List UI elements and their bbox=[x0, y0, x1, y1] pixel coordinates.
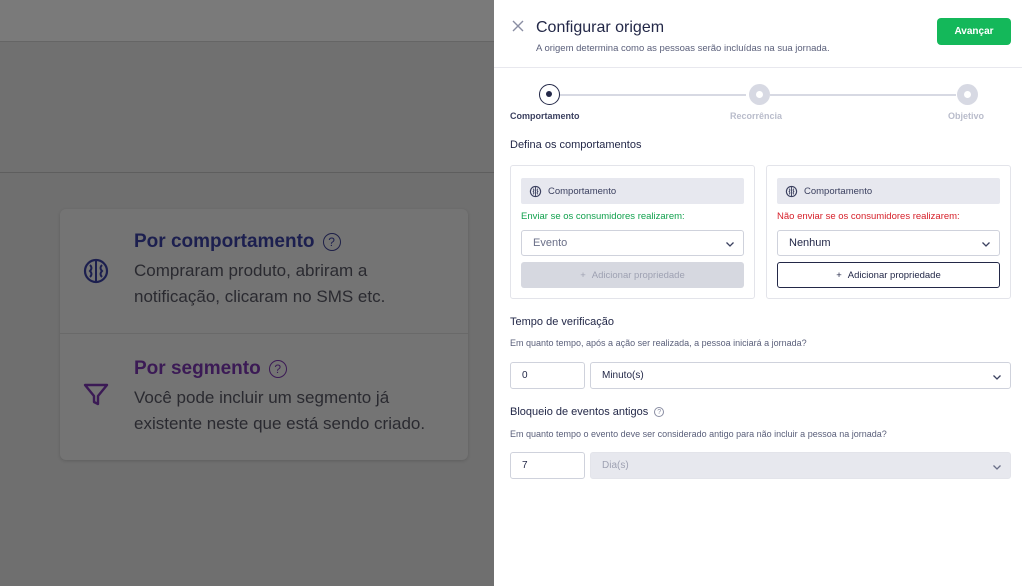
option-description: Você pode incluir um segmento já existen… bbox=[134, 388, 426, 433]
old-events-title: Bloqueio de eventos antigos? bbox=[510, 406, 665, 418]
step-indicator-recurrence[interactable] bbox=[749, 84, 770, 105]
step-indicator-behavior[interactable] bbox=[539, 84, 560, 105]
option-by-behavior[interactable]: Por comportamento ? Compraram produto, a… bbox=[60, 209, 468, 334]
drawer-header: Configurar origem A origem determina com… bbox=[494, 0, 1022, 68]
stepper-connector bbox=[770, 94, 956, 96]
filter-icon bbox=[83, 383, 109, 406]
chevron-down-icon bbox=[993, 465, 1001, 470]
option-title: Por segmento ? bbox=[134, 358, 287, 380]
close-icon[interactable] bbox=[510, 18, 526, 34]
plus-icon: + bbox=[836, 269, 842, 281]
stepper-connector bbox=[560, 94, 746, 96]
option-by-segment[interactable]: Por segmento ? Você pode incluir um segm… bbox=[60, 334, 468, 459]
advance-button[interactable]: Avançar bbox=[937, 18, 1011, 45]
chevron-down-icon bbox=[726, 242, 734, 247]
add-property-button[interactable]: + Adicionar propriedade bbox=[521, 262, 744, 288]
drawer-subtitle: A origem determina como as pessoas serão… bbox=[536, 43, 830, 54]
background-band bbox=[0, 42, 494, 173]
step-label-behavior: Comportamento bbox=[510, 111, 580, 121]
brain-icon bbox=[83, 258, 109, 284]
verification-unit-select[interactable]: Minuto(s) bbox=[590, 362, 1011, 389]
step-indicator-goal[interactable] bbox=[957, 84, 978, 105]
brain-icon bbox=[785, 185, 798, 197]
drawer-title: Configurar origem bbox=[536, 19, 665, 36]
old-events-unit-select[interactable]: Dia(s) bbox=[590, 452, 1011, 479]
exclude-event-select[interactable]: Nenhum bbox=[777, 230, 1000, 256]
exclude-rule-label: Não enviar se os consumidores realizarem… bbox=[777, 211, 960, 222]
old-events-value-input[interactable]: 7 bbox=[510, 452, 585, 479]
verification-description: Em quanto tempo, após a ação ser realiza… bbox=[510, 338, 807, 348]
exclude-behavior-card: Comportamento Não enviar se os consumido… bbox=[766, 165, 1011, 299]
behavior-header-label: Comportamento bbox=[804, 185, 873, 197]
verification-value-input[interactable]: 0 bbox=[510, 362, 585, 389]
behaviors-title: Defina os comportamentos bbox=[510, 139, 642, 151]
include-rule-label: Enviar se os consumidores realizarem: bbox=[521, 211, 685, 222]
help-icon[interactable]: ? bbox=[322, 233, 341, 251]
verification-title: Tempo de verificação bbox=[510, 316, 614, 328]
behavior-header: Comportamento bbox=[521, 178, 744, 204]
chevron-down-icon bbox=[982, 242, 990, 247]
help-icon[interactable]: ? bbox=[654, 407, 665, 418]
option-title: Por comportamento ? bbox=[134, 231, 341, 253]
option-description: Compraram produto, abriram a notificação… bbox=[134, 261, 386, 306]
add-property-button[interactable]: + Adicionar propriedade bbox=[777, 262, 1000, 288]
step-label-goal: Objetivo bbox=[948, 111, 985, 121]
plus-icon: + bbox=[580, 269, 586, 281]
help-icon[interactable]: ? bbox=[268, 360, 287, 378]
brain-icon bbox=[529, 185, 542, 197]
background-topbar bbox=[0, 0, 494, 42]
configure-source-drawer: Configurar origem A origem determina com… bbox=[494, 0, 1022, 586]
behavior-header: Comportamento bbox=[777, 178, 1000, 204]
behavior-header-label: Comportamento bbox=[548, 185, 617, 197]
source-type-card: Por comportamento ? Compraram produto, a… bbox=[60, 209, 468, 460]
old-events-description: Em quanto tempo o evento deve ser consid… bbox=[510, 429, 887, 439]
include-behavior-card: Comportamento Enviar se os consumidores … bbox=[510, 165, 755, 299]
step-label-recurrence: Recorrência bbox=[730, 111, 783, 121]
include-event-select[interactable]: Evento bbox=[521, 230, 744, 256]
chevron-down-icon bbox=[993, 375, 1001, 380]
